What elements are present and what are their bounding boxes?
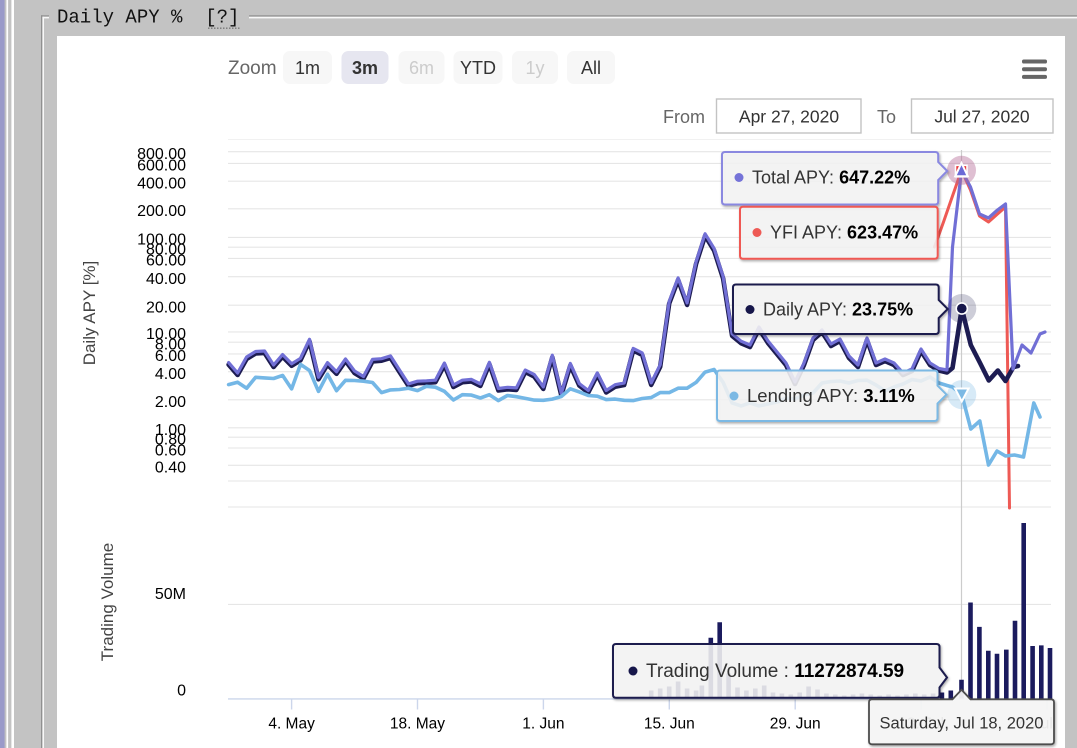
svg-text:2.00: 2.00 [155,394,186,411]
svg-text:1. Jun: 1. Jun [522,716,564,733]
svg-text:3m: 3m [352,58,378,78]
svg-text:20.00: 20.00 [146,300,186,317]
svg-text:Saturday, Jul 18, 2020: Saturday, Jul 18, 2020 [880,715,1044,733]
svg-text:4.00: 4.00 [155,366,186,383]
svg-text:YFI APY: 623.47%: YFI APY: 623.47% [770,223,918,243]
svg-text:1y: 1y [525,58,544,78]
svg-text:50M: 50M [155,586,186,603]
svg-text:From: From [663,107,705,127]
svg-text:60.00: 60.00 [146,253,186,270]
svg-text:All: All [581,58,601,78]
svg-text:6m: 6m [409,58,434,78]
svg-text:0.60: 0.60 [155,442,186,459]
svg-text:18. May: 18. May [390,716,445,733]
svg-text:Daily APY % [?]: Daily APY % [?] [57,7,239,29]
svg-text:1m: 1m [295,58,320,78]
svg-text:4. May: 4. May [268,716,315,733]
svg-text:Daily APY [%]: Daily APY [%] [80,261,99,366]
svg-text:Trading Volume : 11272874.59: Trading Volume : 11272874.59 [646,661,904,682]
svg-text:200.00: 200.00 [137,203,186,220]
svg-text:Total APY: 647.22%: Total APY: 647.22% [752,168,910,188]
svg-text:Trading Volume: Trading Volume [98,543,117,661]
svg-text:40.00: 40.00 [146,271,186,288]
svg-text:Jul 27, 2020: Jul 27, 2020 [934,107,1030,127]
svg-text:Apr 27, 2020: Apr 27, 2020 [739,107,839,127]
svg-text:Daily APY: 23.75%: Daily APY: 23.75% [763,300,913,320]
svg-text:YTD: YTD [460,58,496,78]
svg-text:To: To [877,107,896,127]
svg-text:6.00: 6.00 [155,348,186,365]
svg-text:0.40: 0.40 [155,460,186,477]
svg-text:Zoom: Zoom [228,58,277,79]
svg-text:0: 0 [177,683,186,700]
svg-text:600.00: 600.00 [137,158,186,175]
svg-text:Lending APY: 3.11%: Lending APY: 3.11% [747,385,915,406]
svg-text:29. Jun: 29. Jun [770,716,821,733]
svg-text:15. Jun: 15. Jun [644,716,695,733]
svg-text:400.00: 400.00 [137,176,186,193]
